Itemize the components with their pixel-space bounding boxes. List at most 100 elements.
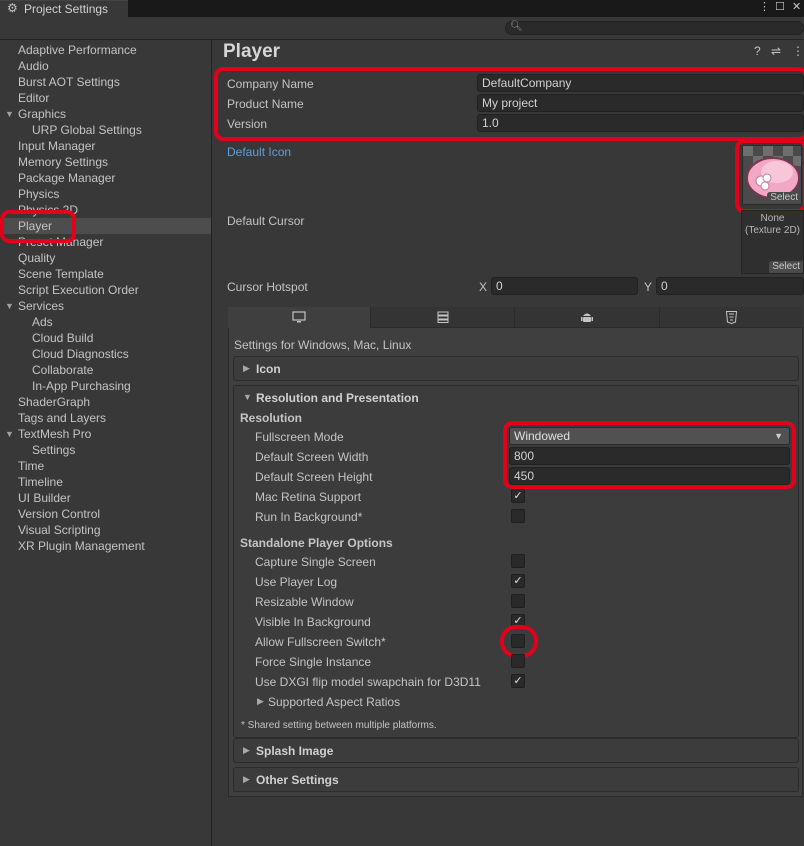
sidebar-item-timeline[interactable]: Timeline bbox=[0, 474, 211, 490]
icon-section[interactable] bbox=[233, 356, 799, 381]
screen-width-label: Default Screen Width bbox=[255, 450, 369, 464]
cursor-none-line1: None bbox=[760, 213, 785, 224]
resizable-window-checkbox[interactable] bbox=[511, 594, 525, 608]
resolution-subheader: Resolution bbox=[240, 411, 302, 425]
default-cursor-slot[interactable]: None (Texture 2D) Select bbox=[741, 210, 804, 274]
sidebar-item-adaptive-performance[interactable]: Adaptive Performance bbox=[0, 42, 211, 58]
capture-single-screen-checkbox[interactable] bbox=[511, 554, 525, 568]
monitor-icon bbox=[292, 311, 306, 323]
use-player-log-label: Use Player Log bbox=[255, 575, 338, 589]
tab-webgl[interactable] bbox=[660, 307, 803, 328]
sidebar-item-scene-template[interactable]: Scene Template bbox=[0, 266, 211, 282]
splash-section-title[interactable]: Splash Image bbox=[256, 744, 333, 758]
sidebar-item-cloud-diagnostics[interactable]: Cloud Diagnostics bbox=[0, 346, 211, 362]
standalone-options-subheader: Standalone Player Options bbox=[240, 536, 393, 550]
gear-icon: ⚙ bbox=[7, 1, 18, 15]
sidebar-item-in-app-purchasing[interactable]: In-App Purchasing bbox=[0, 378, 211, 394]
search-input[interactable] bbox=[505, 21, 804, 35]
hotspot-y-label: Y bbox=[644, 280, 653, 294]
icon-section-title[interactable]: Icon bbox=[256, 362, 281, 376]
sidebar-item-textmesh-pro[interactable]: ▼ TextMesh Pro bbox=[0, 426, 211, 442]
other-settings-title[interactable]: Other Settings bbox=[256, 773, 339, 787]
sidebar-item-memory-settings[interactable]: Memory Settings bbox=[0, 154, 211, 170]
force-single-instance-label: Force Single Instance bbox=[255, 655, 372, 669]
dxgi-flip-checkbox[interactable]: ✓ bbox=[511, 674, 525, 688]
expand-arrow-icon[interactable]: ▼ bbox=[5, 426, 14, 442]
cursor-hotspot-label: Cursor Hotspot bbox=[227, 280, 308, 294]
more-vert-icon[interactable]: ⋮ bbox=[759, 0, 770, 13]
sidebar-item-quality[interactable]: Quality bbox=[0, 250, 211, 266]
supported-aspect-ratios-foldout[interactable]: Supported Aspect Ratios bbox=[268, 695, 400, 709]
sidebar-item-graphics[interactable]: ▼ Graphics bbox=[0, 106, 211, 122]
expand-arrow-icon[interactable]: ▼ bbox=[5, 298, 14, 314]
collapse-arrow-icon[interactable]: ▶ bbox=[243, 363, 250, 374]
sidebar-item-audio[interactable]: Audio bbox=[0, 58, 211, 74]
sidebar-item-input-manager[interactable]: Input Manager bbox=[0, 138, 211, 154]
sidebar-item-tags-and-layers[interactable]: Tags and Layers bbox=[0, 410, 211, 426]
sidebar-item-ui-builder[interactable]: UI Builder bbox=[0, 490, 211, 506]
resizable-window-label: Resizable Window bbox=[255, 595, 354, 609]
sidebar-item-label: Graphics bbox=[18, 107, 67, 121]
tab-standalone[interactable] bbox=[228, 307, 371, 328]
shared-setting-note: * Shared setting between multiple platfo… bbox=[241, 720, 437, 731]
more-vert-icon[interactable]: ⋮ bbox=[792, 44, 804, 58]
collapse-arrow-icon[interactable]: ▶ bbox=[257, 696, 264, 707]
mac-retina-checkbox[interactable]: ✓ bbox=[511, 489, 525, 503]
sliders-icon[interactable]: ⇌ bbox=[771, 44, 781, 58]
sidebar-item-collaborate[interactable]: Collaborate bbox=[0, 362, 211, 378]
use-player-log-checkbox[interactable]: ✓ bbox=[511, 574, 525, 588]
fullscreen-mode-label: Fullscreen Mode bbox=[255, 430, 344, 444]
help-icon[interactable]: ? bbox=[754, 44, 761, 58]
cursor-none-text: None (Texture 2D) bbox=[742, 213, 803, 237]
sidebar-item-script-execution-order[interactable]: Script Execution Order bbox=[0, 282, 211, 298]
highlight-player bbox=[0, 210, 76, 243]
cursor-none-line2: (Texture 2D) bbox=[744, 225, 800, 236]
close-icon[interactable]: ✕ bbox=[792, 0, 801, 13]
sidebar-item-time[interactable]: Time bbox=[0, 458, 211, 474]
force-single-instance-checkbox[interactable] bbox=[511, 654, 525, 668]
highlight-resolution-fields bbox=[503, 421, 796, 489]
highlight-default-icon bbox=[735, 139, 804, 213]
run-in-background-checkbox[interactable] bbox=[511, 509, 525, 523]
search-icon: 🔍︎ bbox=[510, 21, 523, 32]
expand-arrow-icon[interactable]: ▼ bbox=[5, 106, 14, 122]
sidebar-item-physics[interactable]: Physics bbox=[0, 186, 211, 202]
default-cursor-label: Default Cursor bbox=[227, 214, 305, 228]
sidebar-item-cloud-build[interactable]: Cloud Build bbox=[0, 330, 211, 346]
hotspot-x-label: X bbox=[479, 280, 488, 294]
dxgi-flip-label: Use DXGI flip model swapchain for D3D11 bbox=[255, 675, 481, 689]
html5-icon bbox=[725, 310, 738, 324]
sidebar-item-shadergraph[interactable]: ShaderGraph bbox=[0, 394, 211, 410]
tab-server[interactable] bbox=[371, 307, 515, 328]
cursor-select-button[interactable]: Select bbox=[769, 261, 803, 273]
sidebar-item-version-control[interactable]: Version Control bbox=[0, 506, 211, 522]
sidebar-item-services[interactable]: ▼ Services bbox=[0, 298, 211, 314]
screen-height-label: Default Screen Height bbox=[255, 470, 373, 484]
visible-in-background-label: Visible In Background bbox=[255, 615, 371, 629]
mac-retina-label: Mac Retina Support bbox=[255, 490, 362, 504]
default-icon-link[interactable]: Default Icon bbox=[227, 145, 291, 159]
collapse-arrow-icon[interactable]: ▶ bbox=[243, 774, 250, 785]
sidebar-item-xr-plugin-management[interactable]: XR Plugin Management bbox=[0, 538, 211, 554]
tab-label: Project Settings bbox=[24, 2, 109, 16]
server-icon bbox=[437, 311, 448, 324]
tab-android[interactable] bbox=[515, 307, 660, 328]
hotspot-y-field[interactable]: 0 bbox=[656, 277, 804, 295]
sidebar-item-editor[interactable]: Editor bbox=[0, 90, 211, 106]
collapse-arrow-icon[interactable]: ▶ bbox=[243, 745, 250, 756]
sidebar-item-urp-global[interactable]: URP Global Settings bbox=[0, 122, 211, 138]
sidebar-item-label: TextMesh Pro bbox=[18, 427, 92, 441]
sidebar-item-visual-scripting[interactable]: Visual Scripting bbox=[0, 522, 211, 538]
sidebar-item-burst-aot[interactable]: Burst AOT Settings bbox=[0, 74, 211, 90]
hotspot-x-field[interactable]: 0 bbox=[491, 277, 638, 295]
sidebar-item-label: Services bbox=[18, 299, 65, 313]
sidebar-item-ads[interactable]: Ads bbox=[0, 314, 211, 330]
allow-fullscreen-switch-label: Allow Fullscreen Switch* bbox=[255, 635, 386, 649]
run-in-background-label: Run In Background* bbox=[255, 510, 363, 524]
android-icon bbox=[581, 313, 593, 322]
resolution-section-title[interactable]: Resolution and Presentation bbox=[256, 391, 419, 405]
sidebar-item-package-manager[interactable]: Package Manager bbox=[0, 170, 211, 186]
expand-arrow-icon[interactable]: ▼ bbox=[243, 392, 252, 402]
maximize-icon[interactable]: ☐ bbox=[775, 0, 785, 13]
sidebar-item-textmesh-settings[interactable]: Settings bbox=[0, 442, 211, 458]
